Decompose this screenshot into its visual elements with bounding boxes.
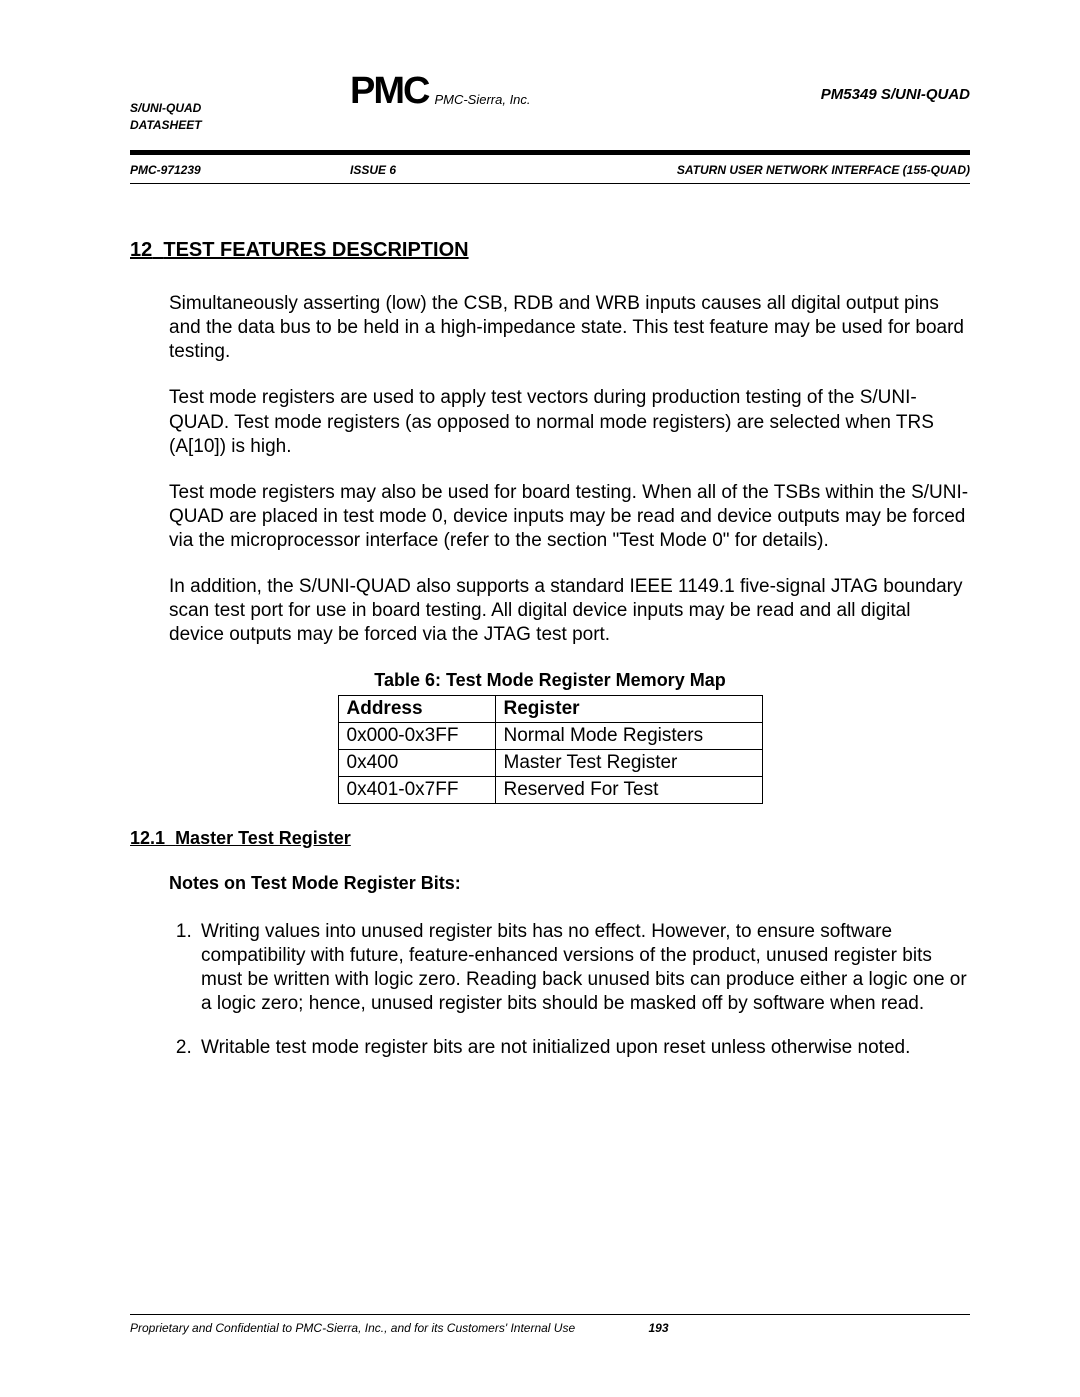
subheader: PMC-971239 ISSUE 6 SATURN USER NETWORK I… bbox=[130, 155, 970, 183]
paragraph: Test mode registers are used to apply te… bbox=[169, 386, 970, 458]
table-caption: Table 6: Test Mode Register Memory Map bbox=[130, 670, 970, 691]
notes-heading: Notes on Test Mode Register Bits: bbox=[169, 873, 970, 894]
col-header-register: Register bbox=[495, 695, 762, 722]
subsection-heading: 12.1 Master Test Register bbox=[130, 828, 970, 849]
subsection-title: Master Test Register bbox=[175, 828, 351, 848]
table-row: 0x000-0x3FF Normal Mode Registers bbox=[338, 722, 762, 749]
pmc-logo-icon: PMC bbox=[350, 70, 428, 113]
cell-register: Master Test Register bbox=[495, 749, 762, 776]
list-item: Writing values into unused register bits… bbox=[197, 920, 970, 1017]
cell-address: 0x000-0x3FF bbox=[338, 722, 495, 749]
section-heading: 12 TEST FEATURES DESCRIPTION bbox=[130, 239, 970, 262]
paragraph: Simultaneously asserting (low) the CSB, … bbox=[169, 292, 970, 364]
cell-register: Reserved For Test bbox=[495, 776, 762, 803]
doc-id: PMC-971239 bbox=[130, 163, 201, 177]
section-body: Simultaneously asserting (low) the CSB, … bbox=[169, 292, 970, 648]
footer-confidential: Proprietary and Confidential to PMC-Sier… bbox=[130, 1321, 575, 1335]
col-header-address: Address bbox=[338, 695, 495, 722]
doc-subtitle: SATURN USER NETWORK INTERFACE (155-QUAD) bbox=[677, 163, 970, 177]
section-title: TEST FEATURES DESCRIPTION bbox=[163, 239, 468, 261]
table-row: 0x401-0x7FF Reserved For Test bbox=[338, 776, 762, 803]
list-item: Writable test mode register bits are not… bbox=[197, 1036, 970, 1060]
page-header: S/UNI-QUAD DATASHEET PMC PMC-Sierra, Inc… bbox=[130, 70, 970, 150]
part-number: PM5349 S/UNI-QUAD bbox=[821, 86, 970, 103]
paragraph: In addition, the S/UNI-QUAD also support… bbox=[169, 575, 970, 647]
issue-number: ISSUE 6 bbox=[350, 163, 396, 177]
page-number: 193 bbox=[649, 1321, 669, 1335]
page-footer: Proprietary and Confidential to PMC-Sier… bbox=[130, 1314, 970, 1335]
page: S/UNI-QUAD DATASHEET PMC PMC-Sierra, Inc… bbox=[0, 0, 1080, 1397]
cell-address: 0x400 bbox=[338, 749, 495, 776]
footer-rule bbox=[130, 1314, 970, 1315]
cell-register: Normal Mode Registers bbox=[495, 722, 762, 749]
table-header-row: Address Register bbox=[338, 695, 762, 722]
section-number: 12 bbox=[130, 239, 152, 261]
table-row: 0x400 Master Test Register bbox=[338, 749, 762, 776]
paragraph: Test mode registers may also be used for… bbox=[169, 481, 970, 553]
doc-name-line1: S/UNI-QUAD bbox=[130, 100, 202, 117]
doc-name-line2: DATASHEET bbox=[130, 117, 202, 134]
logo-block: PMC PMC-Sierra, Inc. bbox=[350, 70, 531, 113]
subsection-number: 12.1 bbox=[130, 828, 165, 848]
register-map-table: Address Register 0x000-0x3FF Normal Mode… bbox=[338, 695, 763, 804]
cell-address: 0x401-0x7FF bbox=[338, 776, 495, 803]
content-area: 12 TEST FEATURES DESCRIPTION Simultaneou… bbox=[130, 184, 970, 1060]
header-left: S/UNI-QUAD DATASHEET bbox=[130, 100, 202, 134]
footer-text-line: Proprietary and Confidential to PMC-Sier… bbox=[130, 1321, 970, 1335]
company-name: PMC-Sierra, Inc. bbox=[434, 92, 530, 113]
notes-list: Writing values into unused register bits… bbox=[169, 920, 970, 1061]
